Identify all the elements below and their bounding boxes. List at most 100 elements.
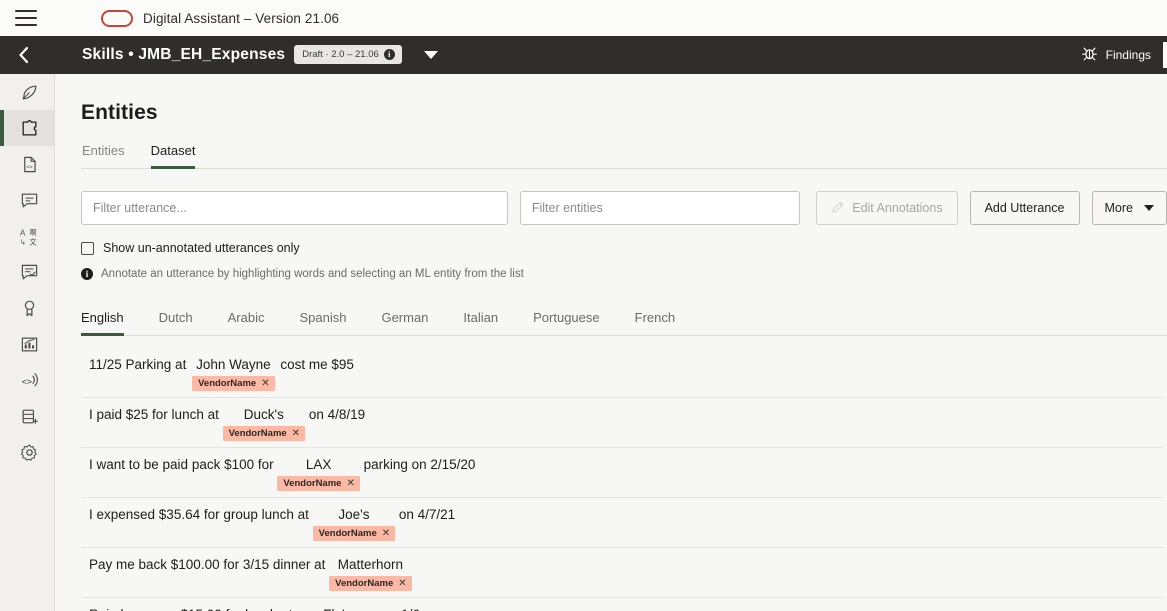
annotated-entity[interactable]: Matterhorn VendorName ✕	[329, 556, 412, 591]
api-code-icon: <>	[20, 371, 39, 390]
language-tabs: English Dutch Arabic Spanish German Ital…	[81, 310, 1167, 336]
svg-text:↳: ↳	[20, 238, 26, 246]
sidebar-item-database[interactable]	[0, 398, 54, 434]
show-unannotated-label: Show un-annotated utterances only	[103, 241, 300, 255]
utterance-text-segment: I paid $25 for lunch at	[89, 407, 223, 422]
annotated-entity[interactable]: Flo'sVendorName✕	[296, 606, 378, 611]
utterance-text: I expensed $35.64 for group lunch at Joe…	[89, 506, 1163, 541]
language-tab-french[interactable]: French	[635, 310, 675, 336]
chart-trend-icon	[20, 335, 39, 354]
sidebar-item-chat[interactable]	[0, 182, 54, 218]
language-tab-spanish[interactable]: Spanish	[299, 310, 346, 336]
back-icon[interactable]	[0, 46, 48, 64]
utterance-text: Reimburse me $15.00 for lunch at Flo'sVe…	[89, 606, 1163, 611]
language-tab-italian[interactable]: Italian	[463, 310, 498, 336]
entity-tag-label: VendorName	[335, 578, 394, 589]
translate-icon: A 啊 ↳ 文	[19, 227, 40, 246]
sidebar-item-settings[interactable]	[0, 434, 54, 470]
document-code-icon: <>	[20, 155, 39, 174]
sidebar-item-insights[interactable]	[0, 326, 54, 362]
annotated-entity-value: John Wayne	[196, 357, 271, 372]
remove-annotation-icon[interactable]: ✕	[261, 378, 269, 389]
sidebar-item-quill[interactable]	[0, 74, 54, 110]
sidebar-item-entities[interactable]	[0, 110, 54, 146]
annotate-hint-text: Annotate an utterance by highlighting wo…	[101, 268, 524, 280]
breadcrumb: Skills • JMB_EH_Expenses	[82, 46, 286, 63]
utterance-row[interactable]: I paid $25 for lunch at Duck's VendorName…	[81, 398, 1163, 448]
svg-text:文: 文	[29, 237, 36, 246]
add-utterance-button[interactable]: Add Utterance	[969, 191, 1080, 225]
language-tab-dutch[interactable]: Dutch	[159, 310, 193, 336]
entity-tag-label: VendorName	[198, 378, 257, 389]
badge-icon	[20, 299, 39, 318]
version-badge[interactable]: Draft · 2.0 – 21.06 i	[294, 44, 402, 64]
utterance-row[interactable]: 11/25 Parking at John Wayne VendorName ✕ c…	[81, 348, 1163, 398]
edit-annotations-label: Edit Annotations	[852, 201, 943, 215]
annotated-entity[interactable]: Joe's VendorName ✕	[312, 506, 396, 541]
caret-down-icon[interactable]	[423, 51, 438, 59]
remove-annotation-icon[interactable]: ✕	[346, 478, 354, 489]
utterance-row[interactable]: I want to be paid pack $100 for LAX Vendo…	[81, 448, 1163, 498]
filter-entities-input[interactable]	[519, 191, 801, 225]
entity-tag[interactable]: VendorName ✕	[192, 376, 275, 391]
entity-tag[interactable]: VendorName ✕	[312, 526, 396, 541]
annotated-entity[interactable]: John Wayne VendorName ✕	[190, 356, 277, 391]
utterance-text: I paid $25 for lunch at Duck's VendorName…	[89, 406, 1163, 441]
sidebar-item-chat-check[interactable]	[0, 254, 54, 290]
language-tab-german[interactable]: German	[381, 310, 428, 336]
content-tabs: Entities Dataset	[81, 143, 1167, 169]
findings-button[interactable]: Findings	[1081, 45, 1163, 65]
caret-down-icon	[1144, 205, 1154, 211]
tab-dataset[interactable]: Dataset	[150, 143, 196, 169]
utterance-text-segment: 11/25 Parking at	[89, 357, 191, 372]
edit-annotations-button[interactable]: Edit Annotations	[816, 191, 958, 225]
remove-annotation-icon[interactable]: ✕	[398, 578, 406, 589]
svg-text:啊: 啊	[29, 228, 36, 236]
show-unannotated-checkbox-row[interactable]: Show un-annotated utterances only	[81, 241, 300, 255]
entity-tag-label: VendorName	[228, 428, 287, 439]
utterance-row[interactable]: I expensed $35.64 for group lunch at Joe…	[81, 498, 1163, 548]
annotated-entity-value: LAX	[305, 457, 332, 472]
annotated-entity-value: Joe's	[338, 507, 370, 522]
remove-annotation-icon[interactable]: ✕	[382, 528, 390, 539]
header-right-group: Findings	[1081, 36, 1167, 74]
sidebar-item-badge[interactable]	[0, 290, 54, 326]
chat-bubble-icon	[20, 191, 39, 210]
language-tab-arabic[interactable]: Arabic	[228, 310, 265, 336]
tab-entities[interactable]: Entities	[82, 143, 125, 169]
annotated-entity[interactable]: LAX VendorName ✕	[277, 456, 360, 491]
info-icon[interactable]: i	[383, 48, 395, 60]
utterance-text-segment: I want to be paid pack $100 for	[89, 457, 278, 472]
utterance-text-segment: on 4/8/19	[305, 407, 366, 422]
utterance-text-segment: cost me $95	[276, 357, 354, 372]
hamburger-icon[interactable]	[15, 10, 37, 26]
entity-tag[interactable]: VendorName ✕	[222, 426, 306, 441]
entity-tag[interactable]: VendorName ✕	[277, 476, 360, 491]
sidebar-item-translate[interactable]: A 啊 ↳ 文	[0, 218, 54, 254]
language-tab-english[interactable]: English	[81, 310, 124, 336]
sidebar-item-document-code[interactable]: <>	[0, 146, 54, 182]
body-wrapper: <> A 啊 ↳ 文 <> Entities Entities Dataset …	[0, 74, 1167, 611]
database-add-icon	[20, 407, 39, 426]
entity-tag[interactable]: VendorName ✕	[329, 576, 412, 591]
entity-tag-label: VendorName	[318, 528, 377, 539]
utterance-list: 11/25 Parking at John Wayne VendorName ✕ c…	[81, 348, 1167, 611]
filter-utterance-input[interactable]	[81, 191, 508, 225]
utterance-text-segment: parking on 2/15/20	[359, 457, 476, 472]
page-title: Entities	[81, 101, 158, 124]
remove-annotation-icon[interactable]: ✕	[292, 428, 300, 439]
annotated-entity[interactable]: Duck's VendorName ✕	[222, 406, 306, 441]
utterance-row[interactable]: Reimburse me $15.00 for lunch at Flo'sVe…	[81, 598, 1163, 611]
more-button[interactable]: More	[1091, 191, 1167, 225]
add-utterance-label: Add Utterance	[984, 201, 1065, 215]
sidebar-item-api[interactable]: <>	[0, 362, 54, 398]
main-content: Entities Entities Dataset Edit Annotatio…	[55, 74, 1167, 611]
findings-label: Findings	[1105, 48, 1151, 62]
show-unannotated-checkbox[interactable]	[81, 241, 94, 255]
sidebar-rail: <> A 啊 ↳ 文 <>	[0, 74, 55, 611]
header-edge-divider	[1163, 42, 1167, 68]
gear-icon	[20, 443, 39, 462]
utterance-row[interactable]: Pay me back $100.00 for 3/15 dinner at M…	[81, 548, 1163, 598]
utterance-text-segment: Reimburse me $15.00 for lunch at	[89, 607, 296, 611]
language-tab-portuguese[interactable]: Portuguese	[533, 310, 600, 336]
